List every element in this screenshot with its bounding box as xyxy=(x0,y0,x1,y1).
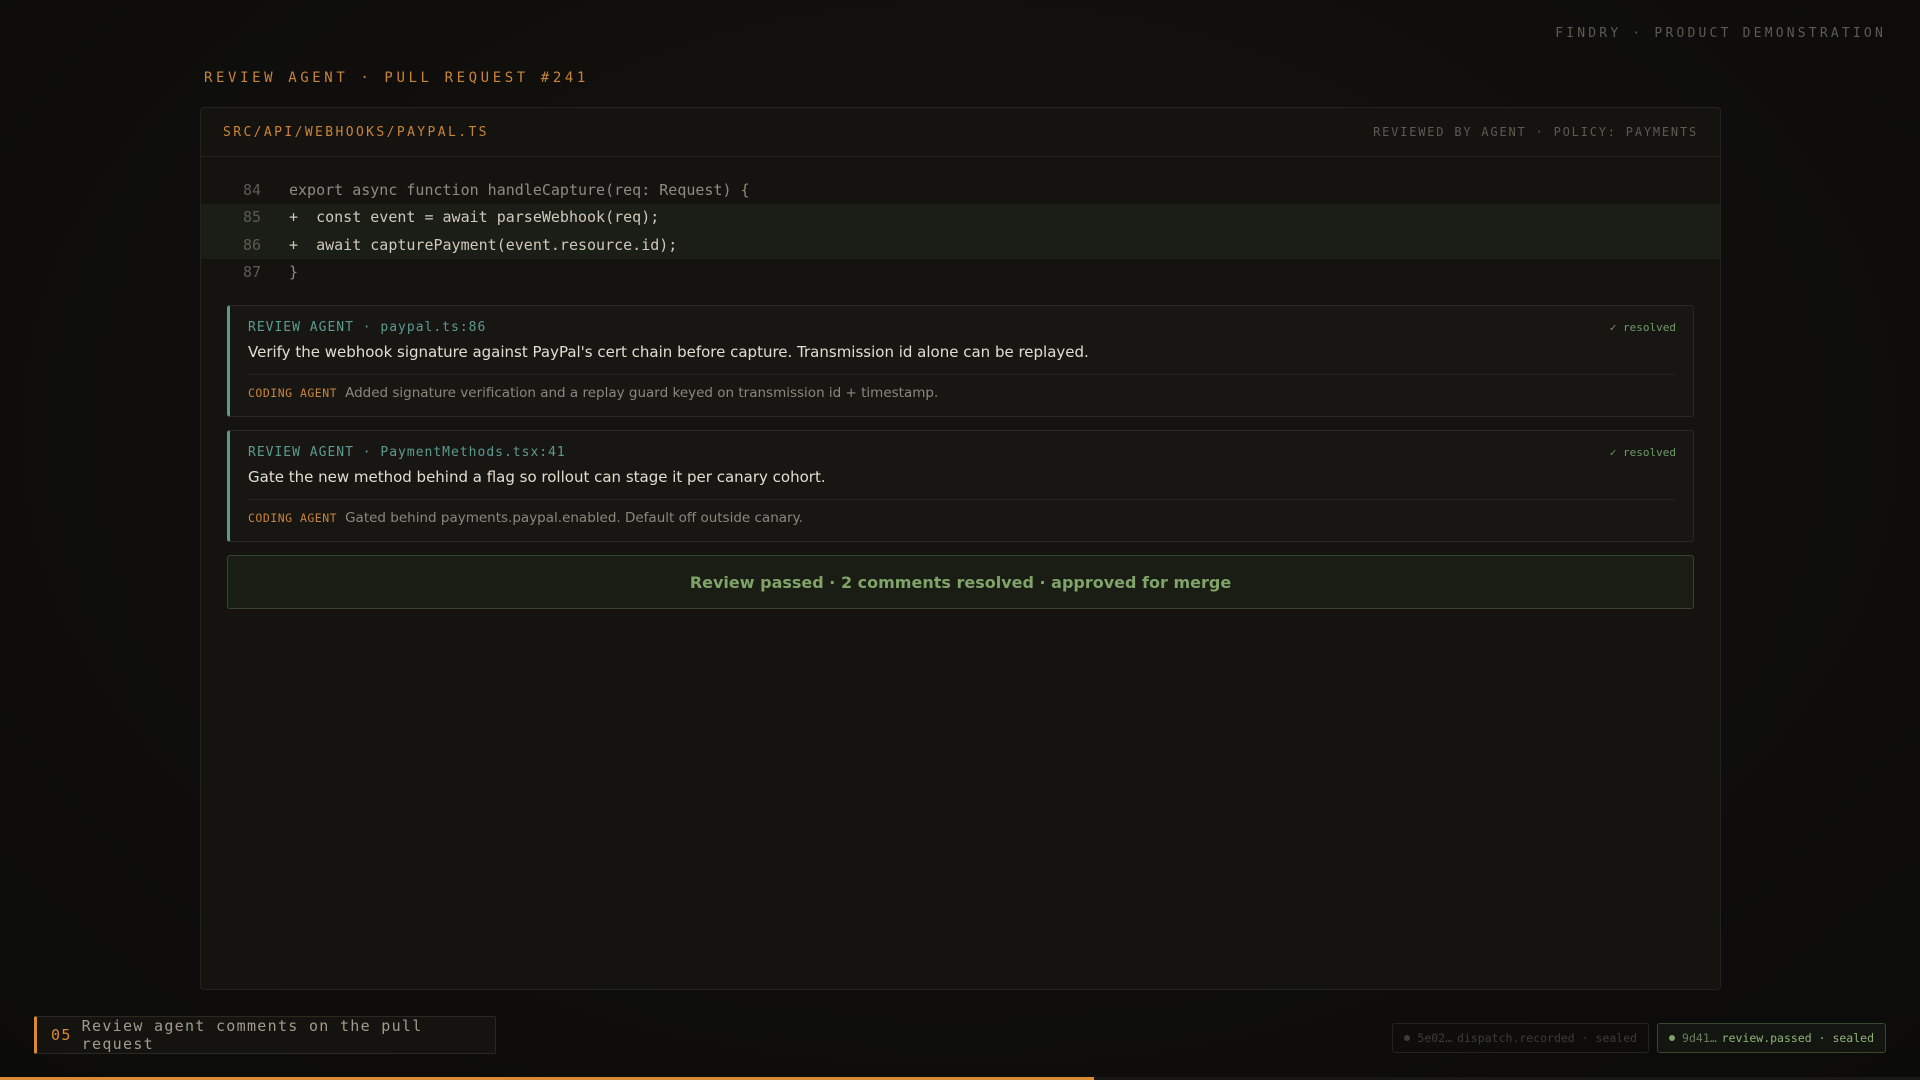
reply-author-tag: CODING AGENT xyxy=(248,386,338,400)
event-hash: 5e02… xyxy=(1417,1031,1453,1045)
reply-text: Added signature verification and a repla… xyxy=(345,385,939,401)
code-line-added: 85 + const event = await parseWebhook(re… xyxy=(201,203,1720,231)
resolved-badge: ✓ resolved xyxy=(1609,321,1676,334)
step-number: 05 xyxy=(51,1026,72,1044)
event-label: dispatch.recorded · sealed xyxy=(1457,1031,1638,1045)
reply-text: Gated behind payments.paypal.enabled. De… xyxy=(345,510,803,526)
review-comments: REVIEW AGENT · paypal.ts:86 ✓ resolved V… xyxy=(201,305,1720,542)
panel-header: SRC/API/WEBHOOKS/PAYPAL.TS REVIEWED BY A… xyxy=(201,108,1720,157)
line-number: 85 xyxy=(242,208,261,227)
resolved-badge: ✓ resolved xyxy=(1609,446,1676,459)
breadcrumb: REVIEW AGENT · PULL REQUEST #241 xyxy=(204,70,589,86)
review-comment[interactable]: REVIEW AGENT · paypal.ts:86 ✓ resolved V… xyxy=(227,305,1694,417)
code-diff: 84 export async function handleCapture(r… xyxy=(201,157,1720,286)
code-text: } xyxy=(289,263,299,282)
review-comment[interactable]: REVIEW AGENT · PaymentMethods.tsx:41 ✓ r… xyxy=(227,430,1694,542)
comment-body: Verify the webhook signature against Pay… xyxy=(248,343,1089,361)
code-line-added: 86 + await capturePayment(event.resource… xyxy=(201,231,1720,259)
review-meta: REVIEWED BY AGENT · POLICY: PAYMENTS xyxy=(1373,125,1698,139)
comment-reply: CODING AGENT Added signature verificatio… xyxy=(248,385,1675,401)
brand-label: FINDRY · PRODUCT DEMONSTRATION xyxy=(1555,26,1886,41)
review-passed-banner: Review passed · 2 comments resolved · ap… xyxy=(227,555,1694,609)
status-dot-icon xyxy=(1669,1035,1676,1041)
line-number: 86 xyxy=(242,235,261,254)
comment-reply: CODING AGENT Gated behind payments.paypa… xyxy=(248,510,1675,526)
event-chip-dispatch[interactable]: 5e02… dispatch.recorded · sealed xyxy=(1392,1023,1650,1053)
comment-header[interactable]: REVIEW AGENT · PaymentMethods.tsx:41 xyxy=(248,445,566,460)
comment-body: Gate the new method behind a flag so rol… xyxy=(248,468,826,486)
code-line: 84 export async function handleCapture(r… xyxy=(201,176,1720,204)
code-text: + await capturePayment(event.resource.id… xyxy=(289,235,678,254)
comment-divider xyxy=(248,374,1675,375)
code-text: + const event = await parseWebhook(req); xyxy=(289,208,660,227)
code-text: export async function handleCapture(req:… xyxy=(289,180,750,199)
reply-author-tag: CODING AGENT xyxy=(248,511,338,525)
event-chip-review[interactable]: 9d41… review.passed · sealed xyxy=(1657,1023,1886,1053)
comment-header[interactable]: REVIEW AGENT · paypal.ts:86 xyxy=(248,320,486,335)
line-number: 84 xyxy=(242,180,261,199)
step-indicator: 05 Review agent comments on the pull req… xyxy=(34,1016,496,1054)
line-number: 87 xyxy=(242,263,261,282)
code-line: 87 } xyxy=(201,259,1720,287)
status-dot-icon xyxy=(1404,1035,1411,1041)
event-chips: 5e02… dispatch.recorded · sealed 9d41… r… xyxy=(1392,1023,1886,1053)
file-path[interactable]: SRC/API/WEBHOOKS/PAYPAL.TS xyxy=(223,125,489,140)
comment-divider xyxy=(248,499,1675,500)
event-label: review.passed · sealed xyxy=(1721,1031,1874,1045)
event-hash: 9d41… xyxy=(1682,1031,1717,1045)
pull-request-panel: SRC/API/WEBHOOKS/PAYPAL.TS REVIEWED BY A… xyxy=(200,107,1721,990)
step-label: Review agent comments on the pull reques… xyxy=(81,1017,423,1053)
